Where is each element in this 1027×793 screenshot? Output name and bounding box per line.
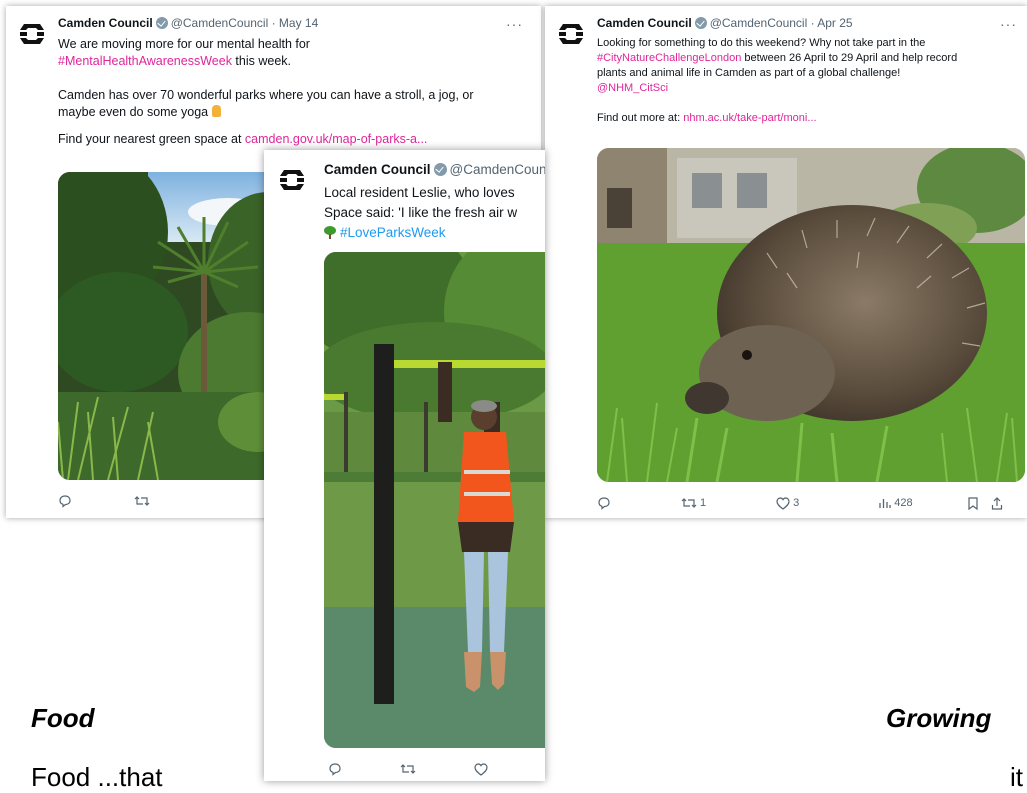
tweet-line: this week.	[231, 54, 292, 68]
tweet-line: Camden has over 70 wonderful parks where…	[58, 88, 474, 102]
garden-photo[interactable]	[58, 172, 298, 480]
retweet-button[interactable]	[134, 494, 150, 508]
paragraph-end: it	[1010, 762, 1023, 792]
retweet-button[interactable]: 1	[681, 496, 706, 510]
like-button[interactable]	[474, 762, 488, 776]
account-name[interactable]: Camden Council	[58, 16, 153, 30]
parks-map-link[interactable]: camden.gov.uk/map-of-parks-a...	[245, 132, 427, 146]
retweet-icon	[134, 496, 150, 506]
retweet-icon	[400, 764, 416, 774]
verified-badge-icon	[694, 17, 707, 29]
garden-image	[58, 172, 298, 480]
share-button[interactable]	[991, 496, 1003, 510]
bookmark-icon	[968, 496, 978, 510]
retweet-count: 1	[700, 497, 707, 509]
tweet-actions: 1 3 428	[597, 496, 1022, 510]
reply-button[interactable]	[328, 762, 342, 776]
views-button[interactable]: 428	[879, 497, 913, 509]
hashtag-link[interactable]: #CityNatureChallengeLondon	[597, 52, 741, 64]
verified-badge-icon	[155, 17, 168, 29]
like-button[interactable]: 3	[776, 496, 800, 510]
tweet-card-love-parks[interactable]: Camden Council @CamdenCouncil Local resid…	[264, 150, 545, 781]
handle-date[interactable]: @CamdenCouncil · Apr 25	[710, 16, 853, 30]
tweet-header: Camden Council @CamdenCouncil · May 14	[58, 16, 318, 30]
hedgehog-photo[interactable]	[597, 148, 1025, 482]
tweet-header: Camden Council @CamdenCouncil	[324, 162, 545, 177]
handle-date[interactable]: @CamdenCouncil · May 14	[171, 16, 319, 30]
handle-date[interactable]: @CamdenCouncil	[450, 162, 545, 177]
tweet-line: Find your nearest green space at	[58, 132, 245, 146]
pullup-photo[interactable]	[324, 252, 545, 748]
analytics-icon	[879, 499, 891, 508]
tweet-line: Find out more at:	[597, 112, 684, 124]
more-options-button[interactable]: ···	[506, 16, 523, 32]
camden-logo-icon	[557, 20, 585, 48]
reply-button[interactable]	[58, 494, 72, 508]
hedgehog-image	[597, 148, 1025, 482]
section-heading-food: Food	[31, 703, 95, 733]
tweet-text: We are moving more for our mental health…	[58, 36, 528, 148]
tweet-line: maybe even do some yoga	[58, 105, 209, 119]
more-options-button[interactable]: ···	[1000, 16, 1017, 32]
reply-icon	[59, 495, 71, 508]
tweet-text: Local resident Leslie, who loves Space s…	[324, 183, 545, 243]
heart-icon	[474, 762, 488, 776]
verified-badge-icon	[433, 163, 447, 176]
yoga-emoji-icon	[211, 105, 221, 117]
bookmark-button[interactable]	[967, 496, 979, 510]
tweet-actions: 33	[328, 762, 543, 776]
account-name[interactable]: Camden Council	[324, 162, 431, 177]
tweet-header: Camden Council @CamdenCouncil · Apr 25	[597, 16, 853, 30]
share-icon	[991, 496, 1002, 510]
tweet-line: Space said: 'I like the fresh air w	[324, 205, 518, 220]
retweet-icon	[681, 498, 697, 508]
view-count: 428	[894, 497, 913, 509]
section-heading-growing: Growing	[886, 703, 992, 733]
tweet-line: plants and animal life in Camden as part…	[597, 67, 901, 79]
heart-icon	[776, 496, 790, 510]
camden-logo-icon	[278, 166, 306, 194]
camden-logo-icon	[18, 20, 46, 48]
hashtag-link[interactable]: #MentalHealthAwarenessWeek	[58, 54, 232, 68]
reply-button[interactable]	[597, 496, 611, 510]
pullup-image	[324, 252, 545, 748]
tree-emoji-icon	[324, 226, 336, 239]
tweet-line: Local resident Leslie, who loves	[324, 185, 515, 200]
hashtag-link[interactable]: #LoveParksWeek	[340, 225, 446, 240]
tweet-line: Looking for something to do this weekend…	[597, 37, 926, 49]
reply-icon	[329, 763, 341, 776]
nhm-link[interactable]: nhm.ac.uk/take-part/moni...	[683, 112, 816, 124]
retweet-button[interactable]	[400, 762, 416, 776]
account-name[interactable]: Camden Council	[597, 16, 692, 30]
paragraph-start: Food ...that	[31, 762, 163, 792]
reply-icon	[598, 497, 610, 510]
mention-link[interactable]: @NHM_CitSci	[597, 81, 1022, 96]
tweet-line: We are moving more for our mental health…	[58, 37, 310, 51]
tweet-text: Looking for something to do this weekend…	[597, 36, 1022, 126]
tweet-line: between 26 April to 29 April and help re…	[741, 52, 958, 64]
like-count: 3	[793, 497, 800, 509]
tweet-card-nature-challenge[interactable]: Camden Council @CamdenCouncil · Apr 25 ··…	[545, 6, 1027, 518]
